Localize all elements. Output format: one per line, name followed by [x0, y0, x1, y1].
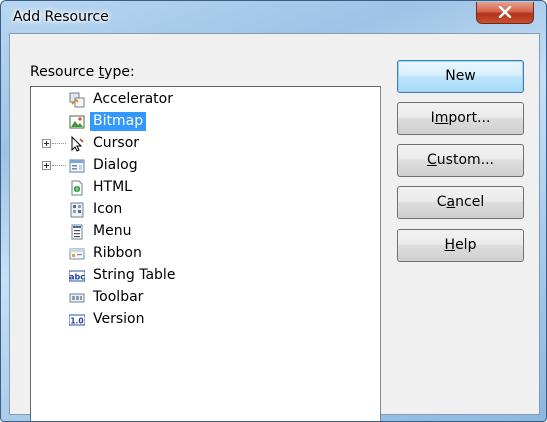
custom-button-mnemonic: C — [427, 152, 437, 168]
icon-resource-icon — [70, 202, 84, 218]
tree-item-cursor[interactable]: Cursor — [31, 133, 361, 155]
resource-type-label: Resource type: — [30, 64, 135, 80]
dialog-icon — [69, 159, 85, 173]
tree-item-label: Icon — [93, 201, 123, 217]
import-button[interactable]: Import... — [397, 102, 524, 135]
help-button[interactable]: Help — [397, 229, 524, 262]
version-icon: 1.0 — [69, 314, 85, 326]
tree-item-ribbon[interactable]: Ribbon — [31, 243, 361, 265]
accelerator-icon — [69, 92, 85, 108]
resource-type-label-prefix: Resource — [30, 64, 99, 80]
tree-item-label: Ribbon — [93, 245, 142, 261]
tree-item-label: Menu — [93, 223, 132, 239]
bitmap-icon — [69, 115, 85, 129]
window-title: Add Resource — [13, 9, 109, 25]
tree-item-string-table[interactable]: abc String Table — [31, 265, 361, 287]
import-button-text-rest: port... — [448, 110, 491, 126]
tree-item-toolbar[interactable]: Toolbar — [31, 287, 361, 309]
close-icon — [498, 6, 512, 18]
html-icon — [71, 180, 83, 196]
help-button-mnemonic: H — [444, 237, 456, 253]
help-button-text-rest: elp — [455, 237, 477, 253]
cancel-button-text: C — [436, 194, 447, 210]
dialog-client-area: Resource type: Accelerator Bitmap Cursor… — [9, 33, 540, 421]
import-button-mnemonic: m — [434, 110, 449, 126]
tree-connector — [52, 165, 66, 166]
expand-icon[interactable] — [42, 139, 51, 148]
cancel-button[interactable]: Cancel — [397, 186, 524, 219]
cancel-button-text-rest: ncel — [455, 194, 485, 210]
tree-item-label: Cursor — [93, 135, 140, 151]
tree-item-version[interactable]: 1.0 Version — [31, 309, 361, 331]
resource-type-label-suffix: ype: — [104, 64, 135, 80]
title-bar[interactable]: Add Resource — [1, 1, 546, 33]
custom-button[interactable]: Custom... — [397, 144, 524, 177]
tree-item-html[interactable]: HTML — [31, 177, 361, 199]
expand-icon[interactable] — [42, 161, 51, 170]
tree-item-accelerator[interactable]: Accelerator — [31, 89, 361, 111]
cursor-icon — [71, 136, 84, 152]
resource-type-tree[interactable]: Accelerator Bitmap Cursor Dialog HTML Ic… — [30, 86, 381, 421]
toolbar-icon — [69, 293, 85, 303]
tree-item-label: Version — [93, 311, 145, 327]
tree-connector — [52, 143, 66, 144]
string-table-icon-text: abc — [69, 273, 85, 282]
cancel-button-mnemonic: a — [446, 194, 456, 210]
tree-item-label: String Table — [93, 267, 176, 283]
tree-item-label: HTML — [93, 179, 132, 195]
close-button[interactable] — [476, 2, 534, 24]
tree-item-label: Toolbar — [93, 289, 144, 305]
tree-item-label: Dialog — [93, 157, 138, 173]
tree-item-label: Accelerator — [93, 91, 173, 107]
add-resource-window: Add Resource Resource type: Accelerator — [0, 0, 547, 422]
string-table-icon: abc — [69, 270, 85, 282]
tree-item-bitmap[interactable]: Bitmap — [31, 111, 361, 133]
tree-item-icon[interactable]: Icon — [31, 199, 361, 221]
tree-item-label: Bitmap — [90, 112, 147, 131]
version-icon-text: 1.0 — [70, 317, 83, 326]
tree-item-menu[interactable]: Menu — [31, 221, 361, 243]
menu-icon — [71, 224, 83, 240]
custom-button-text-rest: ustom... — [436, 152, 494, 168]
tree-item-dialog[interactable]: Dialog — [31, 155, 361, 177]
new-button[interactable]: New — [397, 60, 524, 93]
ribbon-icon — [69, 248, 85, 260]
